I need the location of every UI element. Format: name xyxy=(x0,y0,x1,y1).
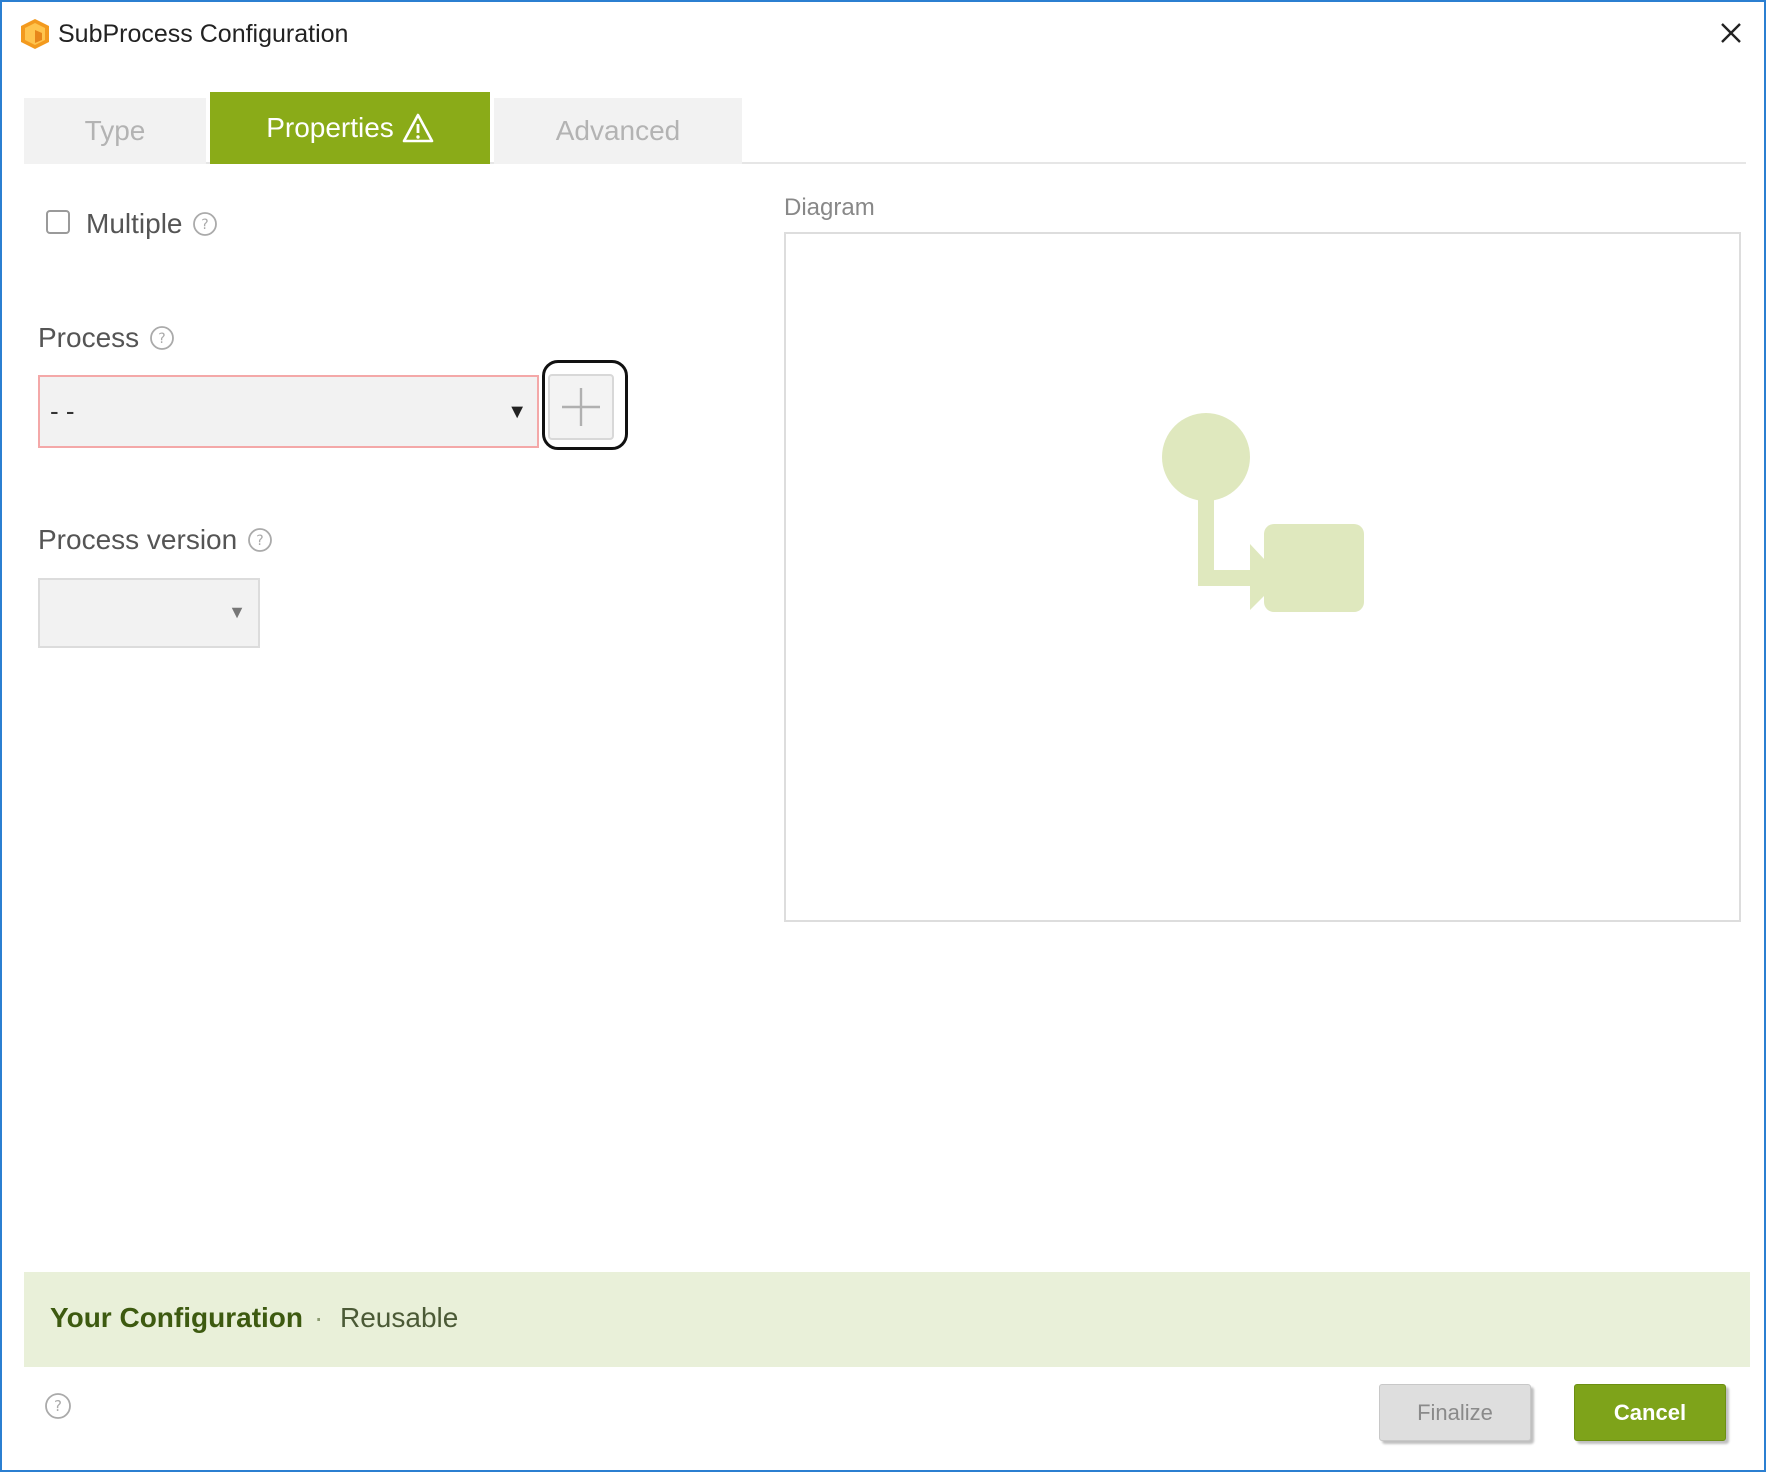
diagram-label: Diagram xyxy=(784,194,875,221)
svg-text:?: ? xyxy=(256,533,263,549)
process-label: Process xyxy=(38,322,140,353)
configuration-separator: · xyxy=(314,1302,324,1333)
help-icon[interactable]: ? xyxy=(44,1392,72,1420)
help-icon[interactable]: ? xyxy=(192,211,218,237)
tab-properties[interactable]: Properties xyxy=(210,92,490,164)
svg-text:?: ? xyxy=(54,1397,62,1415)
process-version-label: Process version xyxy=(38,524,238,555)
process-select-value: - - xyxy=(50,396,75,426)
tab-properties-label: Properties xyxy=(266,112,394,143)
dropdown-arrow-icon: ▼ xyxy=(228,602,246,622)
configuration-summary: Your Configuration · Reusable xyxy=(24,1272,1750,1367)
process-field-label: Process ? xyxy=(38,322,175,354)
dropdown-arrow-icon: ▼ xyxy=(507,401,527,423)
tab-type-label: Type xyxy=(84,115,146,146)
add-process-button[interactable] xyxy=(548,374,614,440)
warning-icon xyxy=(402,113,434,143)
window-title: SubProcess Configuration xyxy=(58,20,349,48)
close-icon[interactable] xyxy=(1714,16,1748,50)
help-icon[interactable]: ? xyxy=(149,325,175,351)
tab-type[interactable]: Type xyxy=(24,98,206,164)
dialog-window: SubProcess Configuration Type Properties… xyxy=(0,0,1766,1472)
process-version-select[interactable]: ▼ xyxy=(38,578,260,648)
multiple-label: Multiple xyxy=(86,208,183,239)
tab-bar: Type Properties Advanced xyxy=(24,92,1746,164)
title-bar: SubProcess Configuration xyxy=(2,2,1764,62)
multiple-field-label: Multiple ? xyxy=(86,208,218,240)
cancel-button[interactable]: Cancel xyxy=(1574,1384,1726,1441)
configuration-value: Reusable xyxy=(340,1302,459,1333)
configuration-title: Your Configuration xyxy=(50,1302,303,1333)
finalize-button[interactable]: Finalize xyxy=(1379,1384,1531,1441)
process-select[interactable]: - - ▼ xyxy=(38,375,539,448)
tab-advanced[interactable]: Advanced xyxy=(494,98,742,164)
subprocess-diagram-icon xyxy=(1162,413,1364,612)
svg-text:?: ? xyxy=(158,331,165,347)
plus-icon xyxy=(562,388,600,426)
multiple-checkbox[interactable] xyxy=(46,210,70,234)
help-icon[interactable]: ? xyxy=(247,527,273,553)
svg-text:?: ? xyxy=(202,217,209,233)
process-version-field-label: Process version ? xyxy=(38,524,273,556)
app-logo-icon xyxy=(21,19,49,49)
tab-advanced-label: Advanced xyxy=(555,115,681,146)
